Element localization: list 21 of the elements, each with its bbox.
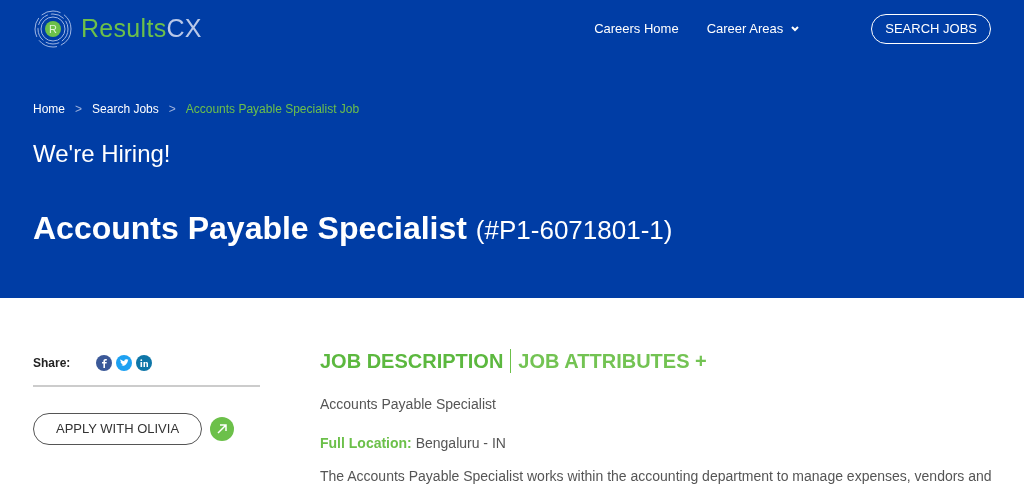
job-title-text: Accounts Payable Specialist	[320, 395, 497, 414]
nav-link[interactable]: Careers Home	[594, 19, 679, 39]
caret-icon	[791, 26, 800, 32]
nav-link[interactable]: Career Areas	[706, 19, 800, 39]
logo-icon: R	[33, 9, 73, 49]
apply-button[interactable]: APPLY WITH OLIVIA	[33, 413, 203, 445]
facebook-icon[interactable]	[96, 355, 113, 371]
location-text: Full Location: Bengaluru - IN	[320, 434, 507, 453]
logo-text[interactable]: ResultsCX	[81, 10, 202, 48]
job-id: (#P1-6071801-1)	[475, 215, 673, 245]
job-title-heading: Accounts Payable Specialist (#P1-6071801-1)	[33, 209, 674, 248]
hiring-heading: We're Hiring!	[33, 139, 172, 169]
breadcrumb-link[interactable]: Home	[33, 100, 65, 118]
breadcrumb-separator: >	[75, 101, 83, 118]
description-text: The Accounts Payable Specialist works within the accounting department to manage expenses, vendors and	[320, 467, 992, 484]
share-label: Share:	[33, 355, 71, 372]
breadcrumb-link[interactable]: Search Jobs	[92, 100, 159, 118]
breadcrumb-separator: >	[168, 101, 176, 118]
twitter-icon[interactable]	[116, 355, 133, 371]
linkedin-icon[interactable]	[136, 355, 153, 371]
breadcrumb-current: Accounts Payable Specialist Job	[185, 101, 360, 118]
